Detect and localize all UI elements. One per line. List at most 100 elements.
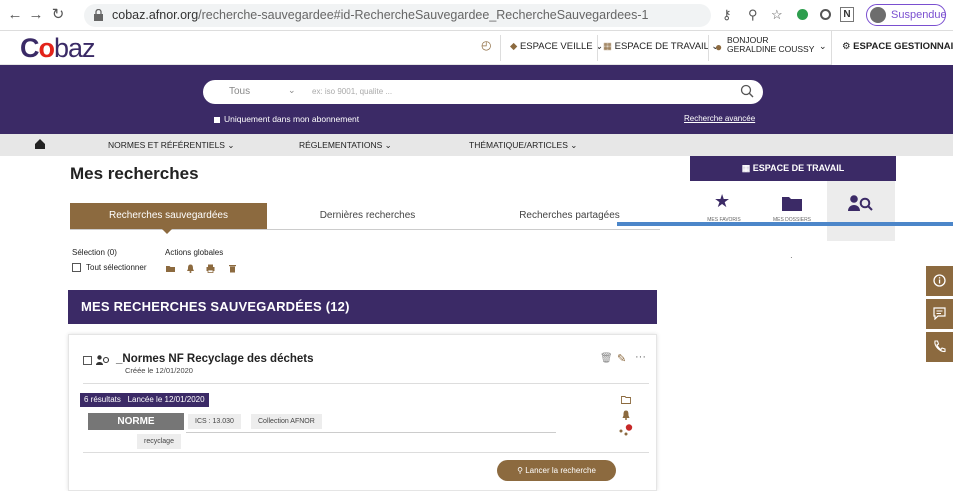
results-badge: 6 résultats Lancée le 12/01/2020 [80,393,209,407]
phone-button[interactable] [926,332,953,362]
overlay-line [617,222,953,226]
profile-button[interactable]: Suspendue [866,4,947,26]
run-search-label: Lancer la recherche [525,466,596,475]
lock-icon [94,9,103,21]
card-created-date: Créée le 12/01/2020 [125,366,193,375]
trash-icon[interactable] [228,264,237,273]
launched-date: Lancée le 12/01/2020 [127,395,205,404]
travail-label: ESPACE DE TRAVAIL [614,41,709,52]
gestionnaire-menu[interactable]: ⚙ ESPACE GESTIONNAIRE ⌄ [831,31,953,65]
share-alert-icon[interactable] [619,424,633,436]
more-icon[interactable]: ··· [635,351,646,363]
gestionnaire-label: ESPACE GESTIONNAIRE [853,41,953,52]
workspace-header[interactable]: ▦ ESPACE DE TRAVAIL [690,156,896,181]
tab-indicator [162,229,172,234]
favorites-cell[interactable]: ★ MES FAVORIS [690,181,758,241]
extension-circle-icon[interactable] [820,9,831,20]
search-icon[interactable] [740,84,754,98]
cobaz-logo[interactable]: Cobaz [20,33,96,64]
back-icon[interactable]: ← [6,6,24,24]
run-search-button[interactable]: ⚲ Lancer la recherche [497,460,616,481]
divider [597,35,598,61]
select-all-label: Tout sélectionner [86,263,147,272]
user-icon: ● [715,40,723,54]
section-banner: MES RECHERCHES SAUVEGARDÉES (12) [68,290,657,324]
travail-menu[interactable]: ▦ ESPACE DE TRAVAIL ⌄ [603,41,719,52]
selection-count: Sélection (0) [72,248,117,257]
reload-icon[interactable]: ↻ [49,6,67,24]
scope-select[interactable]: Tous [229,86,250,97]
chevron-down-icon[interactable]: ⌄ [288,85,296,96]
divider [708,35,709,61]
trash-icon[interactable]: 🗑 [600,353,613,364]
extension-n-icon[interactable]: N [840,7,854,22]
nav-reglementations-label: RÉGLEMENTATIONS [299,140,383,150]
tab-underline [70,229,660,230]
workspace-cells: ★ MES FAVORIS MES DOSSIERS · [690,181,896,262]
tab-recent[interactable]: Dernières recherches [270,203,465,229]
searches-cell[interactable] [827,181,895,241]
user-menu[interactable]: BONJOUR GERALDINE COUSSY [727,36,814,54]
nav-reglementations[interactable]: RÉGLEMENTATIONS ⌄ [299,140,392,151]
section-title: MES RECHERCHES SAUVEGARDÉES (12) [81,299,350,314]
divider [83,383,649,384]
workspace-title: ESPACE DE TRAVAIL [752,163,845,173]
star-icon[interactable]: ☆ [771,7,783,23]
tag-ics: ICS : 13.030 [188,414,241,429]
url-path: /recherche-sauvegardee#id-RechercheSauve… [198,8,649,22]
saved-search-card: _Normes NF Recyclage des déchets Créée l… [68,334,657,491]
type-badge: NORME [88,413,184,430]
logo-c: C [20,33,39,63]
home-icon[interactable] [34,138,46,150]
site-header: Cobaz ◴ ◆ ESPACE VEILLE ⌄ ▦ ESPACE DE TR… [0,31,953,65]
url-domain: cobaz.afnor.org [112,8,199,22]
browser-toolbar: ← → ↻ cobaz.afnor.org/recherche-sauvegar… [0,0,953,31]
tab-saved[interactable]: Recherches sauvegardées [70,203,267,229]
folder-icon [782,197,802,211]
forward-icon[interactable]: → [27,6,45,24]
divider [186,432,556,433]
extension-green-icon[interactable] [797,9,808,20]
only-subscription-toggle[interactable]: Uniquement dans mon abonnement [214,114,359,124]
search-band: Tous ⌄ ex: iso 9001, qualite ... Uniquem… [0,65,953,134]
veille-label: ESPACE VEILLE [519,41,593,52]
grid-icon: ▦ [603,41,612,52]
feedback-button[interactable] [926,299,953,329]
nav-thematique[interactable]: THÉMATIQUE/ARTICLES ⌄ [469,140,577,151]
divider [500,35,501,61]
logo-baz: baz [54,33,96,63]
chevron-down-icon[interactable]: ⌄ [819,41,827,52]
card-checkbox[interactable] [83,356,92,365]
user-search-icon [848,195,873,211]
gear-icon: ⚙ [842,41,851,52]
tag-keyword: recyclage [137,434,181,449]
workspace-panel: ▦ ESPACE DE TRAVAIL ★ MES FAVORIS MES DO… [690,156,896,262]
advanced-search-link[interactable]: Recherche avancée [684,114,755,123]
search-input[interactable]: ex: iso 9001, qualite ... [312,87,392,96]
bell-icon[interactable] [621,410,631,420]
info-button[interactable] [926,266,953,296]
card-title[interactable]: _Normes NF Recyclage des déchets [116,353,314,365]
dot: · [790,253,793,262]
folder-icon[interactable] [621,395,631,404]
folders-cell[interactable]: MES DOSSIERS [758,181,826,241]
nav-normes[interactable]: NORMES ET RÉFÉRENTIELS ⌄ [108,140,234,151]
gestionnaire-link: ⚙ ESPACE GESTIONNAIRE ⌄ [842,41,953,52]
address-bar[interactable]: cobaz.afnor.org/recherche-sauvegardee#id… [84,4,711,27]
history-icon[interactable]: ◴ [481,38,491,52]
comment-icon [933,307,946,320]
avatar [870,7,886,23]
zoom-icon[interactable]: ⚲ [748,7,758,23]
folder-icon[interactable] [166,264,175,273]
key-icon[interactable]: ⚷ [722,7,732,23]
phone-icon [934,340,946,353]
veille-menu[interactable]: ◆ ESPACE VEILLE ⌄ [510,41,603,52]
edit-icon[interactable]: ✎ [617,352,626,365]
bell-icon: ◆ [510,41,518,52]
results-count: 6 résultats [84,395,121,404]
print-icon[interactable] [206,264,215,273]
checkbox-icon [214,116,220,123]
select-all-checkbox[interactable] [72,263,81,272]
only-subscription-label: Uniquement dans mon abonnement [224,114,360,124]
bell-icon[interactable] [186,264,195,273]
